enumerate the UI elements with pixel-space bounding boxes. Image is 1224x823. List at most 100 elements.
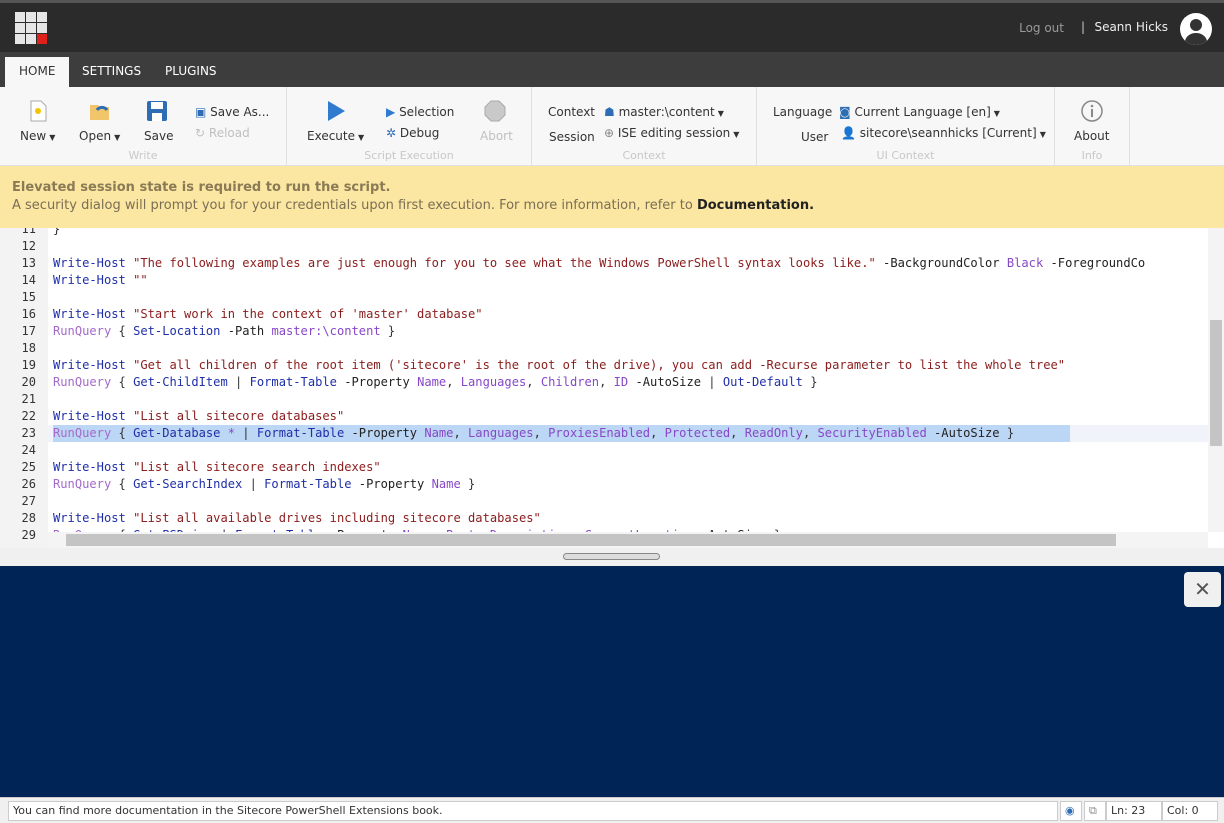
top-bar: Log out | Seann Hicks — [0, 0, 1224, 52]
line-number: 12 — [21, 239, 36, 253]
save-as-label: Save As... — [210, 105, 270, 119]
code-token: { — [111, 477, 134, 491]
code-token: Black — [1006, 256, 1044, 270]
debug-button[interactable]: ✲ Debug — [386, 126, 439, 140]
code-line[interactable]: } — [53, 228, 60, 238]
line-number: 26 — [21, 477, 36, 491]
user-dropdown[interactable]: 👤 sitecore\seannhicks [Current] ▼ — [841, 126, 1046, 140]
language-label: Language — [773, 105, 833, 119]
code-token: -AutoSize — [926, 426, 1000, 440]
line-number: 15 — [21, 290, 36, 304]
new-button[interactable]: New ▼ — [20, 129, 55, 143]
avatar[interactable] — [1180, 13, 1212, 45]
code-token: -ForegroundCo — [1043, 256, 1146, 270]
context-dropdown[interactable]: ☗ master:\content ▼ — [604, 105, 724, 119]
horizontal-scrollbar[interactable] — [48, 532, 1208, 548]
code-token: Write-Host — [53, 409, 126, 423]
close-console-button[interactable]: ✕ — [1184, 572, 1221, 607]
code-token: master:\content — [271, 324, 381, 338]
sitecore-powershell-icon[interactable]: ◉ — [1060, 801, 1082, 821]
execute-label: Execute — [307, 129, 355, 143]
group-info: About Info — [1055, 87, 1130, 166]
code-token: Write-Host — [53, 358, 126, 372]
code-token: Write-Host — [53, 256, 126, 270]
group-write: New ▼ Open ▼ Save ▣ Save As... ↻ Reload Wr… — [0, 87, 287, 166]
code-line[interactable]: Write-Host "List all sitecore databases" — [53, 408, 344, 425]
language-dropdown[interactable]: ◙ Current Language [en] ▼ — [839, 105, 1000, 119]
restore-window-icon[interactable]: ⧉ — [1084, 801, 1106, 821]
close-icon: ✕ — [1194, 577, 1211, 601]
status-message: You can find more documentation in the S… — [8, 801, 1058, 821]
user-name[interactable]: Seann Hicks — [1094, 20, 1168, 34]
execute-button[interactable]: Execute ▼ — [307, 129, 364, 143]
session-dropdown[interactable]: ⊕ ISE editing session ▼ — [604, 126, 739, 140]
code-line[interactable]: Write-Host "Get all children of the root… — [53, 357, 1065, 374]
code-line[interactable]: Write-Host "List all sitecore search ind… — [53, 459, 381, 476]
line-number: 21 — [21, 392, 36, 406]
open-button[interactable]: Open ▼ — [79, 129, 120, 143]
code-line[interactable]: RunQuery { Get-ChildItem | Format-Table … — [53, 374, 818, 391]
code-token: "" — [125, 273, 148, 287]
code-line[interactable]: Write-Host "" — [53, 272, 148, 289]
line-number: 25 — [21, 460, 36, 474]
code-token: SecurityEnabled — [817, 426, 927, 440]
code-token: -Property — [336, 375, 418, 389]
code-token: { — [111, 426, 134, 440]
debug-label: Debug — [399, 126, 440, 140]
pane-splitter[interactable] — [0, 548, 1224, 566]
code-token: } — [999, 426, 1015, 440]
code-line[interactable]: Write-Host "The following examples are j… — [53, 255, 1145, 272]
line-number: 17 — [21, 324, 36, 338]
logout-link[interactable]: Log out — [1019, 21, 1064, 35]
code-token: -Property — [344, 426, 425, 440]
sitecore-logo-icon[interactable] — [15, 12, 47, 44]
tab-home[interactable]: HOME — [5, 57, 70, 87]
line-number: 19 — [21, 358, 36, 372]
tab-plugins[interactable]: PLUGINS — [151, 57, 231, 87]
group-context: Context ☗ master:\content ▼ Session ⊕ ISE… — [532, 87, 757, 166]
line-number: 16 — [21, 307, 36, 321]
vertical-scroll-thumb[interactable] — [1210, 320, 1222, 446]
session-target-icon: ⊕ — [604, 126, 615, 140]
code-line[interactable]: Write-Host "List all available drives in… — [53, 510, 541, 527]
vertical-scrollbar[interactable] — [1208, 228, 1224, 532]
about-button[interactable]: About — [1074, 129, 1109, 143]
line-number: 23 — [21, 426, 36, 440]
code-line[interactable]: RunQuery { Get-SearchIndex | Format-Tabl… — [53, 476, 475, 493]
splitter-grip[interactable] — [563, 553, 660, 560]
output-console[interactable]: ✕ — [0, 566, 1224, 797]
abort-button[interactable]: Abort — [480, 129, 513, 143]
code-token: RunQuery — [53, 477, 112, 491]
line-number: 20 — [21, 375, 36, 389]
group-label-script-execution: Script Execution — [364, 149, 454, 162]
code-token: RunQuery — [53, 426, 112, 440]
documentation-link[interactable]: Documentation. — [697, 198, 814, 213]
code-token: } — [53, 228, 61, 236]
code-line[interactable]: RunQuery { Get-Database * | Format-Table… — [53, 425, 1014, 442]
horizontal-scroll-thumb[interactable] — [66, 534, 1116, 546]
code-line[interactable]: RunQuery { Set-Location -Path master:\co… — [53, 323, 395, 340]
code-token: , — [730, 426, 745, 440]
selection-label: Selection — [399, 105, 455, 119]
run-selection-icon: ▶ — [386, 105, 396, 119]
context-label: Context — [548, 105, 596, 119]
selection-button[interactable]: ▶ Selection — [386, 105, 454, 119]
reload-button[interactable]: ↻ Reload — [195, 126, 250, 140]
session-label: Session — [549, 130, 595, 144]
column-indicator: Col: 0 — [1162, 801, 1218, 821]
separator: | — [1080, 20, 1085, 34]
code-token: Languages — [460, 375, 527, 389]
code-token: { — [111, 324, 134, 338]
group-label-write: Write — [128, 149, 158, 162]
save-button[interactable]: Save — [144, 129, 173, 143]
code-line[interactable]: Write-Host "Start work in the context of… — [53, 306, 483, 323]
save-as-button[interactable]: ▣ Save As... — [195, 105, 269, 119]
save-floppy-icon — [147, 101, 167, 121]
code-editor[interactable]: 11 12 13 14 15 16 17 18 19 20 21 22 23 24 25 26 27 28 29 }… — [0, 228, 1224, 548]
code-token: "List all sitecore databases" — [125, 409, 345, 423]
line-number-indicator: Ln: 23 — [1106, 801, 1162, 821]
warning-title: Elevated session state is required to ru… — [12, 180, 391, 195]
code-token: RunQuery — [53, 375, 112, 389]
tab-settings[interactable]: SETTINGS — [68, 57, 155, 87]
database-icon: ☗ — [604, 105, 615, 119]
